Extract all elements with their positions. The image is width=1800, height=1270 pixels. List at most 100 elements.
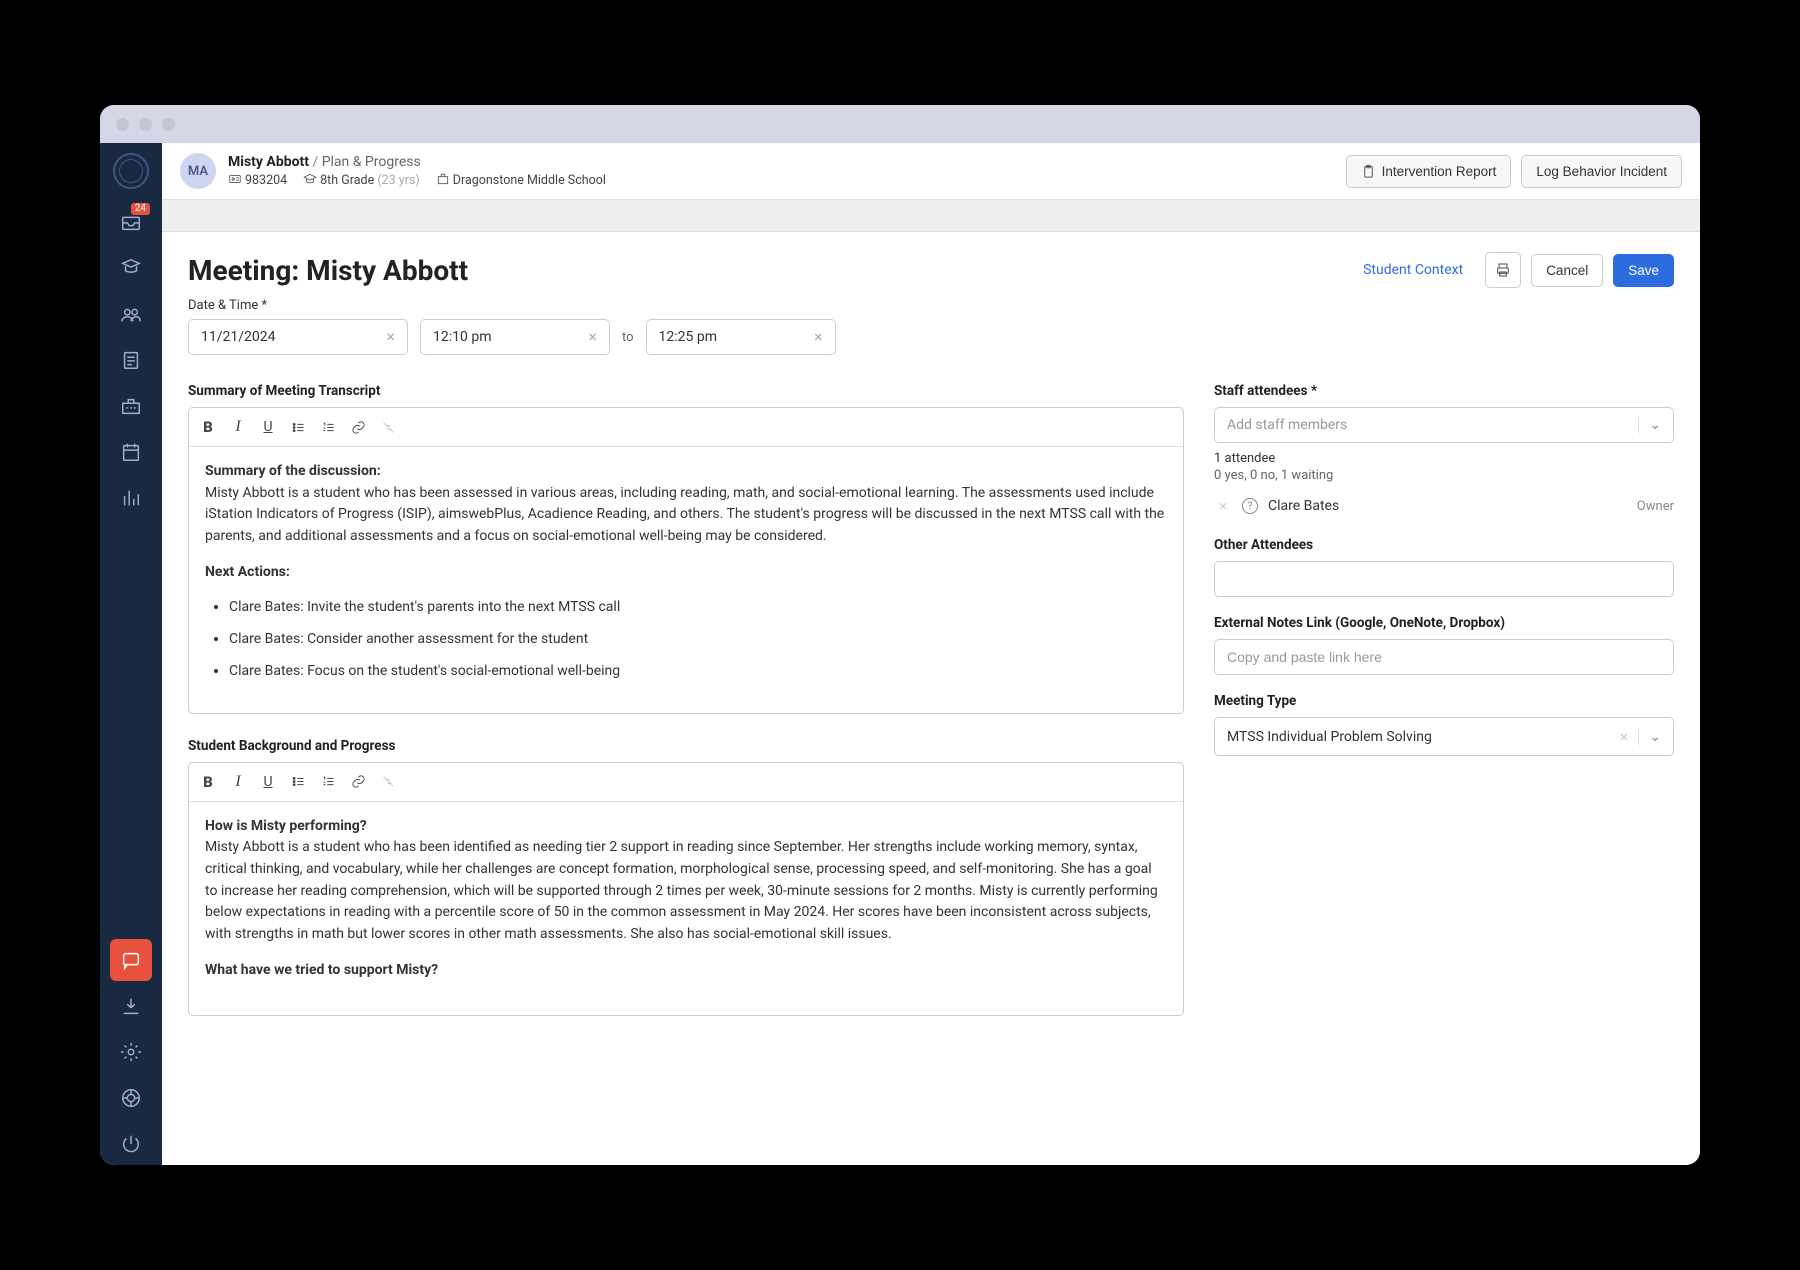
staff-attendees-field: Staff attendees * Add staff members ⌄ 1 … [1214, 383, 1674, 519]
clear-start-icon[interactable]: × [588, 329, 597, 345]
transcript-body[interactable]: Summary of the discussion: Misty Abbott … [189, 447, 1183, 713]
italic-button[interactable]: I [223, 412, 253, 442]
number-list-icon [321, 420, 336, 435]
groups-icon [120, 303, 142, 325]
other-attendees-label: Other Attendees [1214, 537, 1674, 553]
remove-attendee-icon[interactable]: × [1214, 497, 1232, 515]
background-label: Student Background and Progress [188, 738, 1184, 754]
app-logo-icon[interactable] [113, 153, 149, 189]
attendee-status: 0 yes, 0 no, 1 waiting [1214, 468, 1674, 483]
scroll-content: Meeting: Misty Abbott Student Context Ca… [162, 232, 1700, 1165]
background-toolbar: B I U [189, 763, 1183, 802]
link-button[interactable] [343, 767, 373, 797]
pending-status-icon: ? [1242, 498, 1258, 514]
transcript-editor: B I U Summary of the discussion: Misty [188, 407, 1184, 714]
unlink-button [373, 412, 403, 442]
attendee-count: 1 attendee [1214, 451, 1674, 466]
close-window-icon[interactable] [116, 118, 129, 131]
date-input[interactable]: 11/21/2024× [188, 319, 408, 355]
clear-end-icon[interactable]: × [814, 329, 823, 345]
background-body[interactable]: How is Misty performing? Misty Abbott is… [189, 802, 1183, 1016]
clear-date-icon[interactable]: × [386, 329, 395, 345]
nav-help[interactable] [110, 1077, 152, 1119]
browser-frame: 24 [100, 105, 1700, 1165]
nav-chat[interactable] [110, 939, 152, 981]
log-behavior-button[interactable]: Log Behavior Incident [1521, 155, 1682, 188]
nav-students[interactable] [110, 247, 152, 289]
nav-download[interactable] [110, 985, 152, 1027]
action-item: Clare Bates: Focus on the student's soci… [229, 661, 1167, 683]
action-item: Clare Bates: Invite the student's parent… [229, 597, 1167, 619]
unlink-icon [381, 774, 396, 789]
nav-documents[interactable] [110, 339, 152, 381]
other-attendees-input[interactable] [1214, 561, 1674, 597]
page-actions: Student Context Cancel Save [1351, 252, 1674, 288]
link-icon [351, 420, 366, 435]
datetime-row: Date & Time * 11/21/2024× 12:10 pm× to 1… [162, 298, 1700, 367]
staff-attendees-select[interactable]: Add staff members ⌄ [1214, 407, 1674, 443]
nav-calendar[interactable] [110, 431, 152, 473]
sub-header-strip [162, 200, 1700, 232]
transcript-toolbar: B I U [189, 408, 1183, 447]
number-list-icon [321, 774, 336, 789]
number-list-button[interactable] [313, 767, 343, 797]
student-name: Misty Abbott [228, 154, 309, 170]
link-icon [351, 774, 366, 789]
clear-meeting-type-icon[interactable]: × [1610, 727, 1639, 746]
external-notes-input[interactable] [1214, 639, 1674, 675]
clipboard-icon [1361, 164, 1376, 179]
sidebar: 24 [100, 143, 162, 1165]
right-column: Staff attendees * Add staff members ⌄ 1 … [1214, 383, 1674, 1040]
print-icon [1495, 262, 1511, 278]
meeting-type-field: Meeting Type MTSS Individual Problem Sol… [1214, 693, 1674, 756]
nav-groups[interactable] [110, 293, 152, 335]
summary-body-text: Misty Abbott is a student who has been a… [205, 485, 1164, 544]
student-icon [120, 257, 142, 279]
bold-button[interactable]: B [193, 767, 223, 797]
maximize-window-icon[interactable] [162, 118, 175, 131]
link-button[interactable] [343, 412, 373, 442]
number-list-button[interactable] [313, 412, 343, 442]
chart-icon [120, 487, 142, 509]
attendee-name: Clare Bates [1268, 498, 1627, 514]
bullet-list-button[interactable] [283, 412, 313, 442]
external-notes-label: External Notes Link (Google, OneNote, Dr… [1214, 615, 1674, 631]
bullet-list-icon [291, 420, 306, 435]
next-actions-heading: Next Actions: [205, 564, 290, 580]
datetime-label: Date & Time * [188, 298, 1674, 313]
summary-heading: Summary of the discussion: [205, 463, 381, 479]
nav-settings[interactable] [110, 1031, 152, 1073]
underline-button[interactable]: U [253, 767, 283, 797]
avatar: MA [180, 153, 216, 189]
meeting-type-select[interactable]: MTSS Individual Problem Solving × ⌄ [1214, 717, 1674, 756]
other-attendees-field: Other Attendees [1214, 537, 1674, 597]
intervention-report-button[interactable]: Intervention Report [1346, 155, 1512, 188]
school-icon [120, 395, 142, 417]
nav-school[interactable] [110, 385, 152, 427]
underline-button[interactable]: U [253, 412, 283, 442]
student-id: 983204 [228, 172, 287, 188]
minimize-window-icon[interactable] [139, 118, 152, 131]
document-icon [120, 349, 142, 371]
datetime-inputs: 11/21/2024× 12:10 pm× to 12:25 pm× [188, 319, 1674, 355]
help-icon [120, 1087, 142, 1109]
app-body: 24 [100, 143, 1700, 1165]
id-icon [228, 172, 242, 186]
bullet-list-icon [291, 774, 306, 789]
print-button[interactable] [1485, 252, 1521, 288]
cancel-button[interactable]: Cancel [1531, 254, 1603, 287]
nav-analytics[interactable] [110, 477, 152, 519]
student-context-link[interactable]: Student Context [1351, 254, 1475, 286]
end-time-input[interactable]: 12:25 pm× [646, 319, 836, 355]
start-time-input[interactable]: 12:10 pm× [420, 319, 610, 355]
student-grade: 8th Grade (23 yrs) [303, 172, 420, 188]
page-title: Meeting: Misty Abbott [188, 254, 1351, 287]
bold-button[interactable]: B [193, 412, 223, 442]
breadcrumb-section: Plan & Progress [322, 154, 421, 170]
external-notes-field: External Notes Link (Google, OneNote, Dr… [1214, 615, 1674, 675]
nav-logout[interactable] [110, 1123, 152, 1165]
save-button[interactable]: Save [1613, 254, 1674, 287]
italic-button[interactable]: I [223, 767, 253, 797]
bullet-list-button[interactable] [283, 767, 313, 797]
nav-inbox[interactable]: 24 [110, 201, 152, 243]
